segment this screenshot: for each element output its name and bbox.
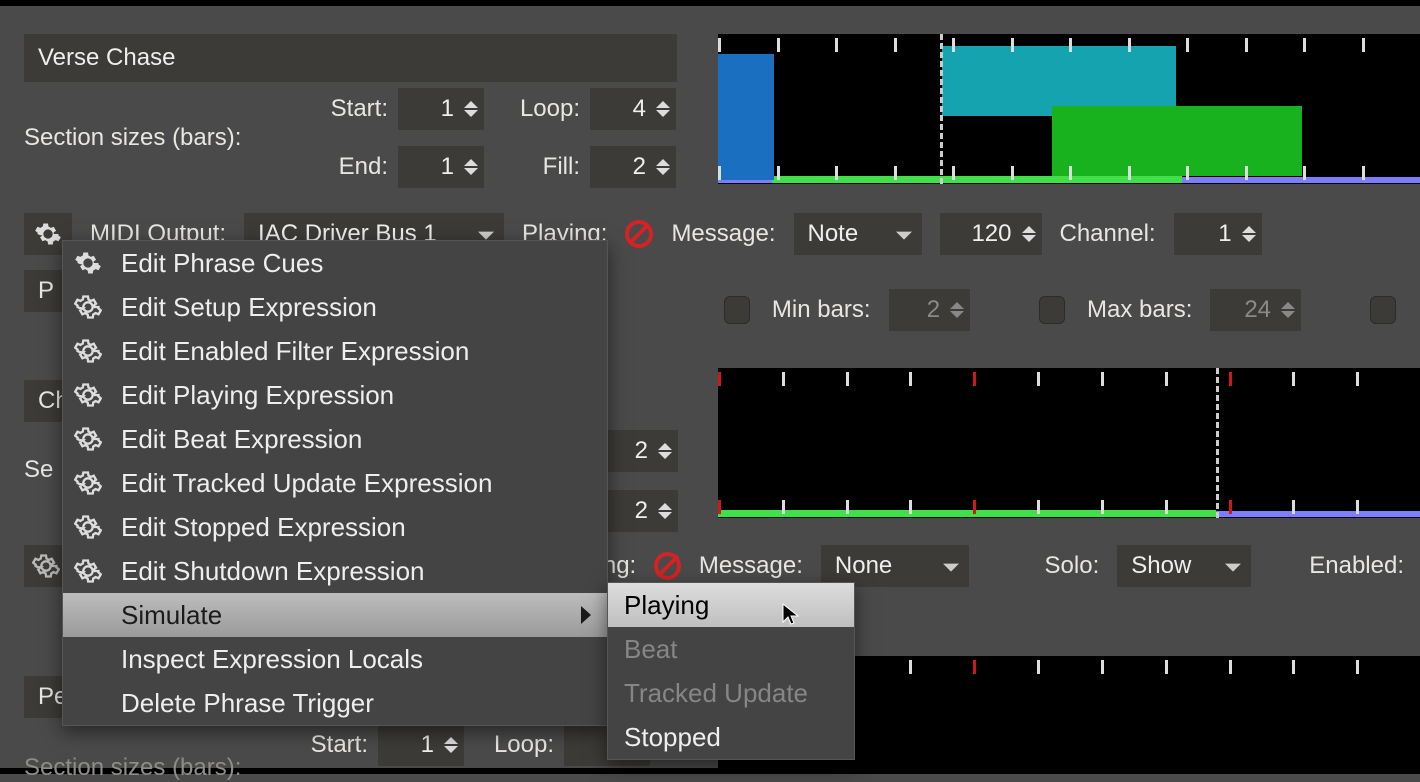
submenu-item: Tracked Update (608, 671, 854, 715)
timeline-top (718, 34, 1420, 184)
min-max-row: Min bars: 2 Max bars: 24 (724, 286, 1396, 334)
submenu-item-label: Beat (624, 634, 678, 665)
menu-item-label: Delete Phrase Trigger (121, 688, 374, 719)
phrase-trigger-panel: Verse Chase Section sizes (bars): Start:… (0, 6, 1420, 768)
start-label-3: Start: (298, 731, 378, 759)
max-bars-label: Max bars: (1087, 296, 1192, 324)
gear-icon (74, 513, 102, 541)
channel-label: Channel: (1060, 220, 1156, 248)
gear-icon (74, 557, 102, 585)
menu-item-label: Edit Enabled Filter Expression (121, 336, 469, 367)
start-spin-3[interactable]: 1 (378, 724, 464, 766)
gear-icon (74, 293, 102, 321)
gear-icon (74, 469, 102, 497)
loop-spin[interactable]: 4 (590, 88, 676, 130)
submenu-item-label: Playing (624, 590, 709, 621)
submenu-item: Beat (608, 627, 854, 671)
submenu-item-label: Stopped (624, 722, 721, 753)
menu-item-label: Edit Beat Expression (121, 424, 362, 455)
message-label-2: Message: (699, 552, 803, 580)
solo-label: Solo: (1045, 552, 1100, 580)
gear-icon (74, 381, 102, 409)
gear-icon (74, 425, 102, 453)
menu-item[interactable]: Edit Setup Expression (63, 285, 607, 329)
context-menu: Edit Phrase Cues Edit Setup Expression Edi… (62, 240, 608, 726)
timeline-mid (718, 368, 1420, 518)
menu-item[interactable]: Edit Enabled Filter Expression (63, 329, 607, 373)
note-spin[interactable]: 120 (940, 213, 1042, 255)
submenu-arrow-icon (581, 606, 591, 624)
playing-none-icon-2 (654, 552, 681, 580)
menu-item-label: Edit Tracked Update Expression (121, 468, 492, 499)
start-label: Start: (298, 95, 398, 123)
message-dropdown[interactable]: Note (794, 213, 922, 255)
playing-none-icon (625, 220, 653, 248)
loop-label: Loop: (490, 95, 590, 123)
menu-item[interactable]: Edit Beat Expression (63, 417, 607, 461)
loop-label-3: Loop: (464, 731, 564, 759)
end-spin[interactable]: 1 (398, 146, 484, 188)
gear-icon (34, 220, 62, 248)
max-bars-checkbox[interactable] (1039, 296, 1065, 324)
end-label: End: (298, 153, 398, 181)
menu-item[interactable]: Inspect Expression Locals (63, 637, 607, 681)
menu-item[interactable]: Edit Tracked Update Expression (63, 461, 607, 505)
menu-item[interactable]: Edit Phrase Cues (63, 241, 607, 285)
min-bars-spin[interactable]: 2 (889, 289, 970, 331)
menu-item-label: Edit Setup Expression (121, 292, 377, 323)
menu-item-label: Edit Playing Expression (121, 380, 394, 411)
channel-spin[interactable]: 1 (1174, 213, 1262, 255)
menu-item-label: Edit Shutdown Expression (121, 556, 425, 587)
menu-item[interactable]: Edit Shutdown Expression (63, 549, 607, 593)
extra-checkbox[interactable] (1370, 296, 1396, 324)
gear-icon (32, 552, 60, 580)
menu-item[interactable]: Edit Playing Expression (63, 373, 607, 417)
menu-item[interactable]: Delete Phrase Trigger (63, 681, 607, 725)
menu-item[interactable]: Simulate (63, 593, 607, 637)
max-bars-spin[interactable]: 24 (1210, 289, 1301, 331)
gear-icon (74, 249, 102, 277)
section-sizes-label-3: Section sizes (bars): (24, 754, 241, 782)
enabled-label: Enabled: (1309, 552, 1404, 580)
solo-dropdown[interactable]: Show (1117, 545, 1251, 587)
simulate-submenu: Playing Beat Tracked Update Stopped (607, 582, 855, 760)
menu-item-label: Edit Phrase Cues (121, 248, 323, 279)
trigger-name-field[interactable]: Verse Chase (24, 34, 677, 82)
mouse-cursor-icon (780, 602, 804, 626)
menu-item-label: Edit Stopped Expression (121, 512, 406, 543)
fill-spin[interactable]: 2 (590, 146, 676, 188)
menu-item[interactable]: Edit Stopped Expression (63, 505, 607, 549)
menu-item-label: Simulate (121, 600, 222, 631)
left-button-p[interactable]: P (24, 270, 64, 312)
submenu-item[interactable]: Playing (608, 583, 854, 627)
min-bars-label: Min bars: (772, 296, 871, 324)
message-label: Message: (671, 220, 775, 248)
fill-label: Fill: (490, 153, 590, 181)
submenu-item-label: Tracked Update (624, 678, 808, 709)
menu-item-label: Inspect Expression Locals (121, 644, 423, 675)
submenu-item[interactable]: Stopped (608, 715, 854, 759)
section-sizes-label: Section sizes (bars): (24, 124, 298, 152)
start-spin[interactable]: 1 (398, 88, 484, 130)
section-sizes-label-2: Se (24, 456, 53, 484)
message-dropdown-2[interactable]: None (821, 545, 970, 587)
min-bars-checkbox[interactable] (724, 296, 750, 324)
gear-icon (74, 337, 102, 365)
